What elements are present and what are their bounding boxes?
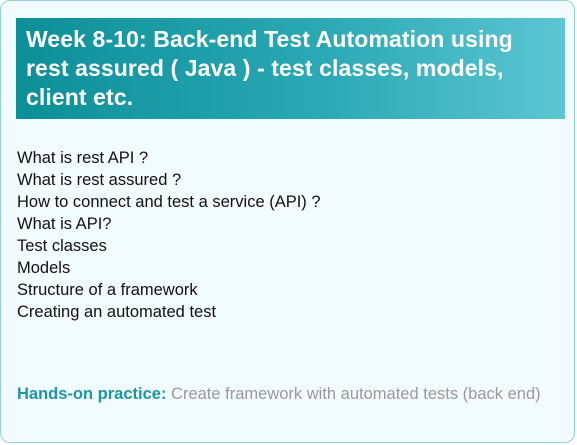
topic-item: What is rest assured ? (17, 171, 182, 189)
topic-item: How to connect and test a service (API) … (17, 193, 321, 211)
topic-list: What is rest API ? What is rest assured … (17, 147, 321, 323)
topic-item: Structure of a framework (17, 281, 198, 299)
topic-item: What is rest API ? (17, 149, 149, 167)
hands-on-practice-text: Create framework with automated tests (b… (171, 384, 541, 403)
week-banner: Week 8-10: Back-end Test Automation usin… (16, 18, 565, 119)
topic-item: Models (17, 259, 71, 277)
course-week-card: Week 8-10: Back-end Test Automation usin… (0, 0, 575, 443)
topic-item: Test classes (17, 237, 107, 255)
topic-item: What is API? (17, 215, 112, 233)
hands-on-practice-label: Hands-on practice: (17, 384, 167, 403)
week-title: Week 8-10: Back-end Test Automation usin… (26, 26, 513, 110)
hands-on-practice: Hands-on practice: Create framework with… (17, 384, 557, 405)
topic-item: Creating an automated test (17, 303, 217, 321)
